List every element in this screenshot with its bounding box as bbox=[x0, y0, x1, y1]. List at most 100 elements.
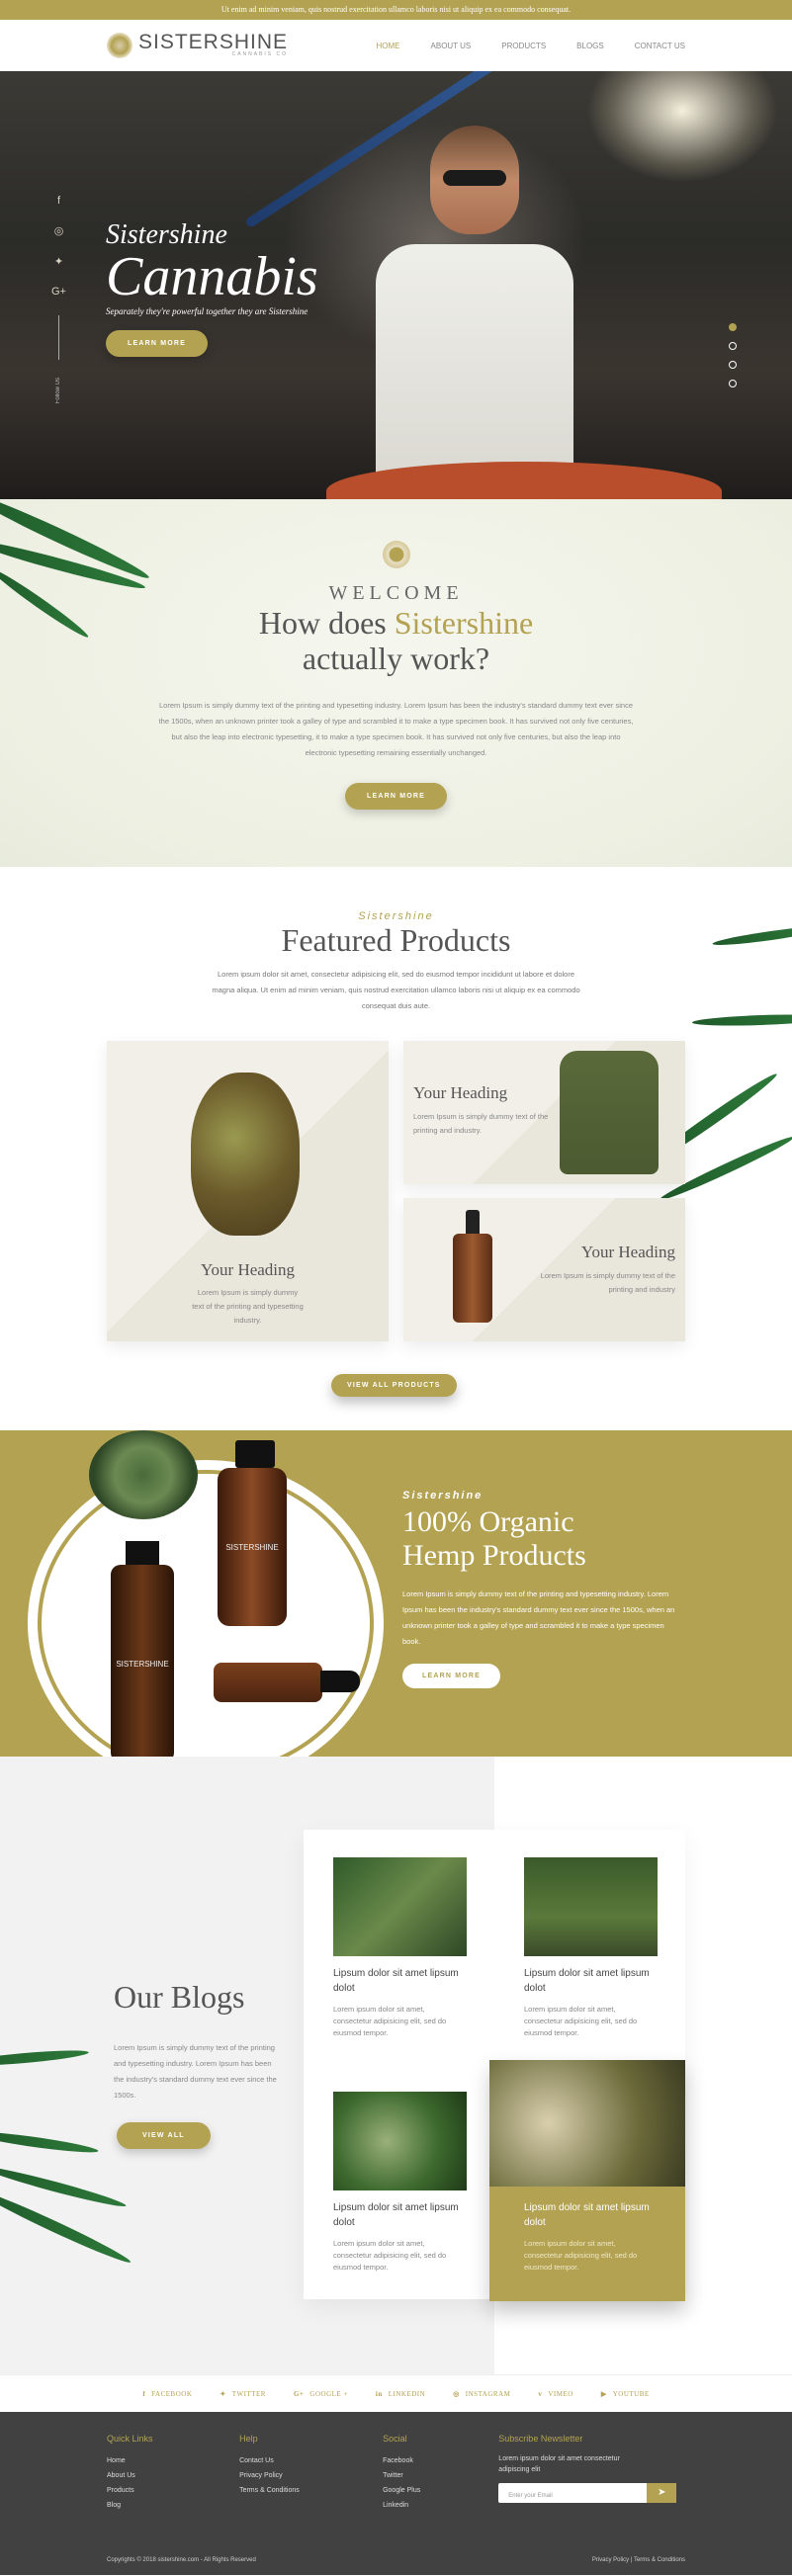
footer-bottom-links[interactable]: Privacy Policy | Terms & Conditions bbox=[592, 2557, 685, 2563]
hero-photo bbox=[326, 126, 623, 499]
social-links-bar: f FACEBOOK ✦ TWITTER G+ GOOGLE + in LINKEDIN… bbox=[0, 2374, 792, 2412]
footer-link-facebook[interactable]: Facebook bbox=[383, 2453, 498, 2468]
product-text: Lorem Ipsum is simply dummy text of the … bbox=[540, 1271, 675, 1294]
slider-dot-4[interactable] bbox=[729, 380, 737, 387]
hero-learn-more-button[interactable]: LEARN MORE bbox=[106, 330, 209, 357]
social-label: FACEBOOK bbox=[151, 2389, 193, 2398]
product-heading: Your Heading bbox=[200, 1260, 296, 1279]
copyright: Copyrights © 2018 sistershine.com - All … bbox=[107, 2557, 256, 2563]
slider-dot-2[interactable] bbox=[729, 342, 737, 350]
social-linkedin[interactable]: in LINKEDIN bbox=[376, 2390, 425, 2398]
footer-quick-links: Quick Links Home About Us Products Blog bbox=[107, 2434, 239, 2513]
google-plus-icon: G+ bbox=[293, 2389, 305, 2398]
slider-dot-1[interactable] bbox=[729, 323, 737, 331]
social-instagram[interactable]: ◎ INSTAGRAM bbox=[453, 2390, 510, 2398]
dropper-image bbox=[214, 1663, 362, 1702]
product-card[interactable]: Your Heading Lorem Ipsum is simply dummy… bbox=[403, 1198, 685, 1341]
organic-section: SISTERSHINE SISTERSHINE Sistershine 100%… bbox=[0, 1430, 792, 1757]
logo[interactable]: SISTERSHINE CANNABIS CO bbox=[107, 31, 289, 58]
leaf-decoration bbox=[0, 2162, 128, 2211]
nav-home[interactable]: HOME bbox=[377, 42, 400, 50]
social-label: GOOGLE + bbox=[309, 2389, 348, 2398]
organic-heading-line2: Hemp Products bbox=[402, 1539, 586, 1572]
logo-emblem-icon bbox=[107, 33, 132, 58]
logo-text: SISTERSHINE bbox=[138, 31, 289, 53]
facebook-icon[interactable]: f bbox=[57, 195, 60, 207]
footer-link-about[interactable]: About Us bbox=[107, 2468, 239, 2483]
welcome-learn-more-button[interactable]: LEARN MORE bbox=[344, 783, 448, 810]
newsletter-email-input[interactable]: Enter your Email bbox=[498, 2483, 648, 2503]
blog-title: Lipsum dolor sit amet lipsum dolot bbox=[524, 1968, 650, 1994]
slider-dot-3[interactable] bbox=[729, 361, 737, 369]
featured-kicker: Sistershine bbox=[358, 910, 434, 922]
blog-excerpt: Lorem ipsum dolor sit amet, consectetur … bbox=[524, 2239, 638, 2272]
blogs-section: Our Blogs Lorem Ipsum is simply dummy te… bbox=[0, 1757, 792, 2374]
product-card[interactable]: Your Heading Lorem Ipsum is simply dummy… bbox=[403, 1041, 685, 1184]
leaf-decoration bbox=[0, 2128, 100, 2156]
cannabis-bud-image bbox=[191, 1073, 300, 1236]
organic-heading: 100% Organic Hemp Products bbox=[402, 1505, 684, 1573]
footer-link-contact[interactable]: Contact Us bbox=[239, 2453, 383, 2468]
dropper-bottle-image bbox=[453, 1210, 492, 1329]
footer-link-blog[interactable]: Blog bbox=[107, 2498, 239, 2513]
view-all-blogs-button[interactable]: VIEW ALL bbox=[117, 2122, 211, 2149]
nav-contact[interactable]: CONTACT US bbox=[635, 42, 685, 50]
footer-link-terms[interactable]: Terms & Conditions bbox=[239, 2483, 383, 2498]
nav-blogs[interactable]: BLOGS bbox=[576, 42, 604, 50]
bottle-image: SISTERSHINE bbox=[111, 1541, 174, 1757]
social-label: TWITTER bbox=[231, 2389, 266, 2398]
nav-products[interactable]: PRODUCTS bbox=[501, 42, 546, 50]
footer-col-title: Help bbox=[239, 2434, 258, 2444]
leaf-decoration bbox=[0, 2047, 90, 2069]
newsletter-text: Lorem ipsum dolor sit amet consectetur a… bbox=[498, 2455, 620, 2473]
footer-link-products[interactable]: Products bbox=[107, 2483, 239, 2498]
footer-link-home[interactable]: Home bbox=[107, 2453, 239, 2468]
social-twitter[interactable]: ✦ TWITTER bbox=[220, 2390, 266, 2398]
newsletter-form: Enter your Email ➤ bbox=[498, 2483, 685, 2503]
social-label: INSTAGRAM bbox=[465, 2389, 511, 2398]
social-youtube[interactable]: ▶ YOUTUBE bbox=[601, 2390, 650, 2398]
blog-card[interactable]: Lipsum dolor sit amet lipsum dolot Lorem… bbox=[494, 1830, 685, 2064]
instagram-icon[interactable]: ◎ bbox=[54, 224, 64, 237]
featured-heading: Featured Products bbox=[281, 922, 511, 958]
google-plus-icon[interactable]: G+ bbox=[51, 286, 66, 298]
social-facebook[interactable]: f FACEBOOK bbox=[142, 2390, 192, 2398]
announcement-bar: Ut enim ad minim veniam, quis nostrud ex… bbox=[0, 0, 792, 20]
product-card[interactable]: Your Heading Lorem Ipsum is simply dummy… bbox=[107, 1041, 389, 1341]
twitter-icon[interactable]: ✦ bbox=[54, 255, 63, 268]
footer-link-privacy[interactable]: Privacy Policy bbox=[239, 2468, 383, 2483]
main-nav: HOME ABOUT US PRODUCTS BLOGS CONTACT US bbox=[377, 42, 685, 50]
organic-learn-more-button[interactable]: LEARN MORE bbox=[402, 1664, 501, 1688]
divider bbox=[57, 315, 59, 360]
footer-link-twitter[interactable]: Twitter bbox=[383, 2468, 498, 2483]
organic-copy: Sistershine 100% Organic Hemp Products L… bbox=[402, 1490, 684, 1688]
organic-body: Lorem Ipsum is simply dummy text of the … bbox=[402, 1589, 675, 1646]
blog-card[interactable]: Lipsum dolor sit amet lipsum dolot Lorem… bbox=[304, 2064, 494, 2298]
nav-about[interactable]: ABOUT US bbox=[431, 42, 472, 50]
footer-link-linkedin[interactable]: Linkedin bbox=[383, 2498, 498, 2513]
twitter-icon: ✦ bbox=[220, 2389, 226, 2398]
product-grid: Your Heading Lorem Ipsum is simply dummy… bbox=[107, 1041, 685, 1341]
blog-grid: Lipsum dolor sit amet lipsum dolot Lorem… bbox=[304, 1830, 685, 2301]
hero-social-icons: f ◎ ✦ G+ Follow Us bbox=[51, 195, 66, 403]
blog-image bbox=[489, 2060, 685, 2187]
blog-excerpt: Lorem ipsum dolor sit amet, consectetur … bbox=[333, 2239, 447, 2272]
product-text: Lorem Ipsum is simply dummy text of the … bbox=[413, 1112, 549, 1135]
welcome-heading: How does Sistershine actually work? bbox=[0, 605, 792, 676]
hero-title-large: Cannabis bbox=[106, 246, 318, 307]
blog-card-highlighted[interactable]: Lipsum dolor sit amet lipsum dolot Lorem… bbox=[489, 2060, 685, 2301]
footer-link-google-plus[interactable]: Google Plus bbox=[383, 2483, 498, 2498]
social-google-plus[interactable]: G+ GOOGLE + bbox=[294, 2390, 348, 2398]
organic-heading-line1: 100% Organic bbox=[402, 1505, 574, 1538]
organic-kicker: Sistershine bbox=[402, 1490, 484, 1502]
footer-col-title: Social bbox=[383, 2434, 407, 2444]
footer-newsletter: Subscribe Newsletter Lorem ipsum dolor s… bbox=[498, 2434, 685, 2513]
social-vimeo[interactable]: v VIMEO bbox=[538, 2390, 572, 2398]
social-label: VIMEO bbox=[548, 2389, 573, 2398]
view-all-products-button[interactable]: VIEW ALL PRODUCTS bbox=[331, 1374, 457, 1397]
send-icon[interactable]: ➤ bbox=[647, 2483, 677, 2503]
youtube-icon: ▶ bbox=[600, 2389, 607, 2398]
blog-card[interactable]: Lipsum dolor sit amet lipsum dolot Lorem… bbox=[304, 1830, 494, 2064]
social-label: YOUTUBE bbox=[612, 2389, 650, 2398]
emblem-icon bbox=[382, 541, 410, 568]
